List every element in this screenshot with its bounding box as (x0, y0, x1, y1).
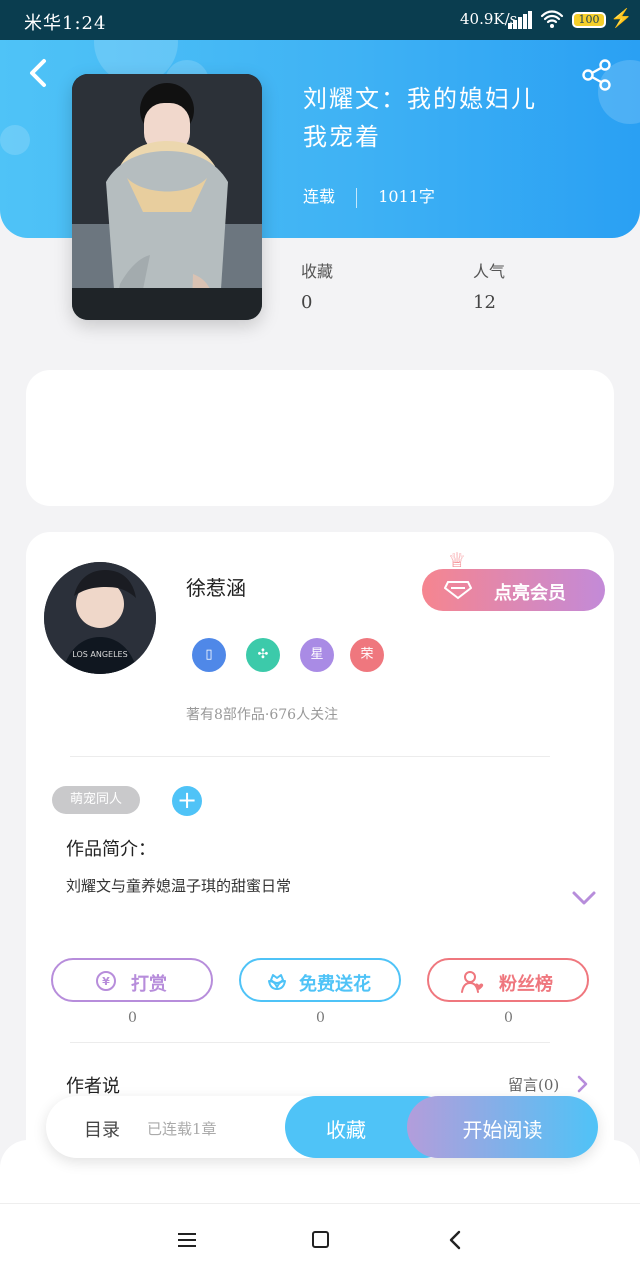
empty-banner-card (26, 370, 614, 506)
collect-button-label: 收藏 (326, 1118, 366, 1142)
cover-illustration (72, 74, 262, 320)
home-icon[interactable] (312, 1231, 329, 1248)
word-count: 1011字 (378, 187, 435, 206)
star-badge-icon: 星 (300, 638, 334, 672)
signal-icon (508, 11, 532, 29)
carrier-time: 米华1:24 (24, 13, 107, 34)
menu-icon[interactable] (178, 1232, 196, 1248)
svg-text:LOS ANGELES: LOS ANGELES (72, 650, 127, 659)
book-meta: 连载 1011字 (303, 183, 435, 208)
reward-button[interactable]: ¥ 打赏 (51, 958, 213, 1002)
reward-count: 0 (128, 1010, 137, 1026)
free-flower-button[interactable]: 免费送花 (239, 958, 401, 1002)
decorative-bubble (0, 125, 30, 155)
charging-icon: ⚡ (610, 8, 633, 29)
serial-status: 连载 (303, 187, 336, 206)
section-divider (70, 1042, 550, 1043)
flower-count: 0 (316, 1010, 325, 1026)
book-cover[interactable] (72, 74, 262, 320)
back-button[interactable] (24, 56, 52, 90)
book-stats: 收藏 0 人气 12 (301, 258, 611, 318)
phone-badge-icon: ▯ (192, 638, 226, 672)
collect-stat-value: 0 (301, 292, 313, 313)
battery-level: 100 (578, 13, 600, 26)
intro-text: 刘耀文与童养媳温子琪的甜蜜日常 (66, 877, 292, 895)
wifi-icon (540, 10, 564, 28)
diamond-icon (444, 581, 472, 600)
vip-button-label: 点亮会员 (494, 583, 566, 604)
section-divider (70, 756, 550, 757)
message-link[interactable]: 留言(0) (508, 1074, 559, 1095)
meta-divider (356, 187, 358, 208)
chevron-right-icon[interactable] (575, 1075, 589, 1093)
collect-stat: 收藏 0 (301, 258, 421, 313)
system-navigation-bar (0, 1203, 640, 1280)
back-nav-icon[interactable] (448, 1230, 462, 1250)
intro-title: 作品简介： (66, 839, 156, 860)
toc-button[interactable]: 目录 (84, 1116, 120, 1142)
flower-icon (268, 974, 286, 990)
reward-label: 打赏 (131, 974, 167, 995)
handshake-badge-icon: ✣ (246, 638, 280, 672)
fans-ranking-button[interactable]: 粉丝榜 (427, 958, 589, 1002)
book-title: 刘耀文：我的媳妇儿 我宠着 (303, 80, 613, 156)
avatar-illustration: LOS ANGELES (44, 562, 156, 674)
vip-button[interactable]: 点亮会员 (422, 569, 605, 611)
battery-icon: 100 (572, 12, 606, 28)
author-avatar[interactable]: LOS ANGELES (44, 562, 156, 674)
author-says-title: 作者说 (66, 1076, 120, 1097)
genre-tag[interactable]: 萌宠同人 (52, 786, 140, 814)
title-line-1: 刘耀文：我的媳妇儿 (303, 85, 537, 113)
collect-stat-label: 收藏 (301, 262, 334, 281)
author-name: 徐惹涵 (186, 576, 246, 600)
popularity-stat-value: 12 (473, 292, 496, 313)
author-stats: 著有8部作品·676人关注 (186, 707, 339, 723)
fans-count: 0 (504, 1010, 513, 1026)
honor-badge-icon: 荣 (350, 638, 384, 672)
chevron-down-icon[interactable] (570, 888, 598, 908)
fans-ranking-label: 粉丝榜 (499, 974, 553, 995)
start-reading-button[interactable]: 开始阅读 (407, 1096, 598, 1158)
yen-icon: ¥ (96, 971, 116, 991)
free-flower-label: 免费送花 (299, 974, 371, 995)
popularity-stat: 人气 12 (473, 258, 593, 313)
svg-text:¥: ¥ (102, 975, 110, 988)
toc-status: 已连载1章 (147, 1120, 217, 1138)
title-line-2: 我宠着 (303, 123, 381, 151)
add-tag-button[interactable]: + (172, 786, 202, 816)
status-bar: 米华1:24 40.9K/s 100 ⚡ (0, 0, 640, 40)
fan-user-icon (461, 971, 484, 993)
reading-toolbar: 目录 已连载1章 收藏 开始阅读 (46, 1096, 598, 1158)
popularity-stat-label: 人气 (473, 262, 506, 281)
start-reading-label: 开始阅读 (462, 1118, 543, 1142)
book-detail-page: 米华1:24 40.9K/s 100 ⚡ 刘耀文：我的媳妇儿 我宠着 连载 10… (0, 0, 640, 1280)
